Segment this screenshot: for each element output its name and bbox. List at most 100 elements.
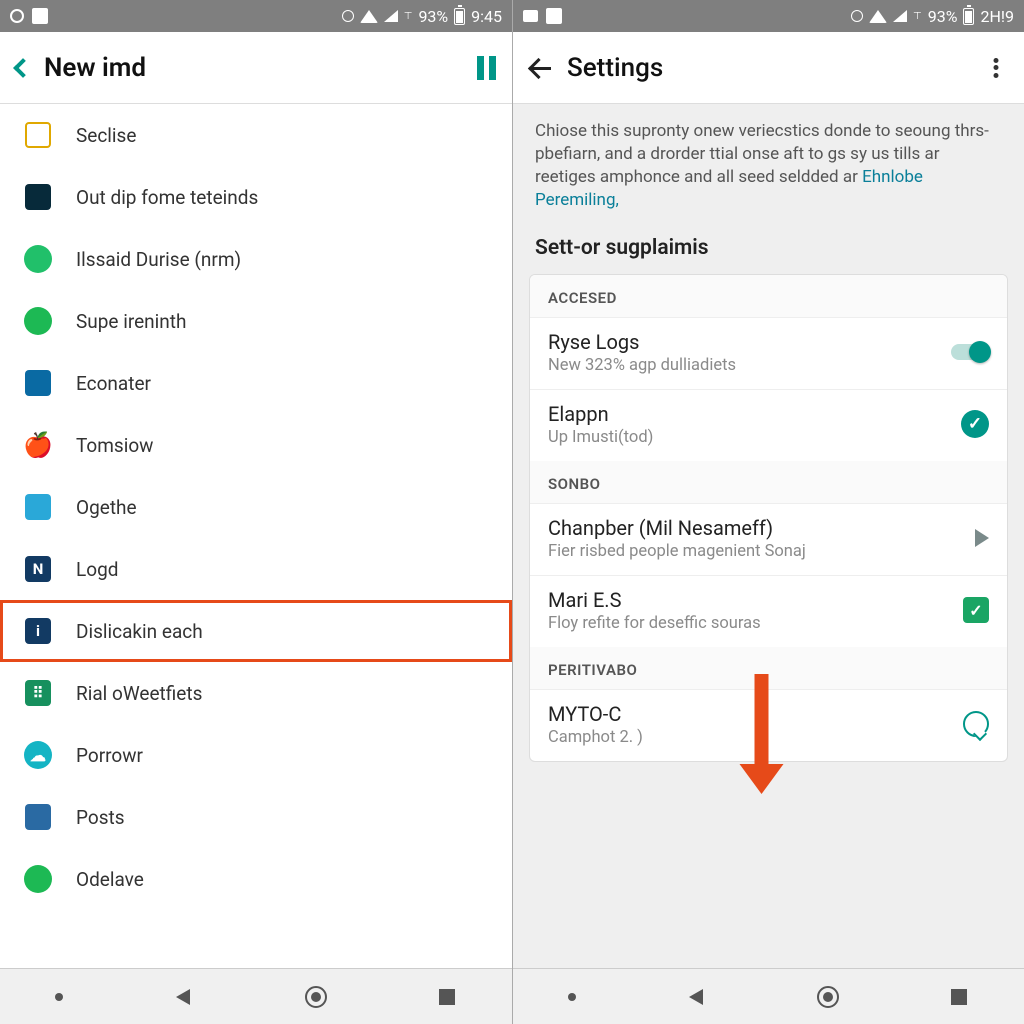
list-item[interactable]: Ilssaid Durise (nrm) bbox=[0, 228, 512, 290]
intro-text: Chiose this supronty onew veriecstics do… bbox=[513, 104, 1024, 230]
settings-row[interactable]: Mari E.S Floy refite for deseffic souras ✓ bbox=[530, 575, 1007, 647]
doc-icon bbox=[25, 122, 51, 148]
list-item-label: Econater bbox=[76, 372, 492, 395]
battery-pct: 93% bbox=[418, 7, 448, 26]
nav-bar bbox=[0, 968, 512, 1024]
list-item-label: Porrowr bbox=[76, 744, 492, 767]
calendar-icon bbox=[25, 494, 51, 520]
list-item[interactable]: 🍎 Tomsiow bbox=[0, 414, 512, 476]
nav-home-icon[interactable] bbox=[816, 985, 840, 1009]
nav-dot-icon bbox=[55, 993, 63, 1001]
apple-icon: 🍎 bbox=[23, 431, 53, 459]
list-item-label: Tomsiow bbox=[76, 434, 492, 457]
app-header: Settings bbox=[513, 32, 1024, 104]
spotify-icon bbox=[24, 865, 52, 893]
status-bar: ⊤ 93% 2H!9 bbox=[513, 0, 1024, 32]
check-circle-icon[interactable]: ✓ bbox=[961, 410, 989, 438]
list-item-label: Out dip fome teteinds bbox=[76, 186, 492, 209]
list-item[interactable]: Seclise bbox=[0, 104, 512, 166]
list-item-label: Logd bbox=[76, 558, 492, 581]
list-item-label: Supe ireninth bbox=[76, 310, 492, 333]
list-item[interactable]: Odelave bbox=[0, 848, 512, 910]
pause-button[interactable] bbox=[477, 56, 496, 80]
status-time: 2H!9 bbox=[980, 7, 1014, 26]
list-item-label: Ogethe bbox=[76, 496, 492, 519]
list-item[interactable]: ⠿Rial oWeetfiets bbox=[0, 662, 512, 724]
toggle-switch[interactable] bbox=[951, 344, 989, 360]
spotify-icon bbox=[24, 307, 52, 335]
list-item-label: Seclise bbox=[76, 124, 492, 147]
settings-row-title: Ryse Logs bbox=[548, 330, 941, 354]
wifi-icon bbox=[360, 10, 378, 23]
nav-back-icon[interactable] bbox=[685, 986, 707, 1008]
settings-row-title: Chanpber (Mil Nesameff) bbox=[548, 516, 965, 540]
page-title: Settings bbox=[567, 53, 663, 83]
settings-row[interactable]: Ryse Logs New 323% agp dulliadiets bbox=[530, 317, 1007, 389]
back-icon[interactable] bbox=[529, 56, 553, 80]
settings-row-title: Mari E.S bbox=[548, 588, 953, 612]
settings-row-subtitle: Floy refite for deseffic souras bbox=[548, 614, 953, 633]
nav-recent-icon[interactable] bbox=[949, 987, 969, 1007]
list-item[interactable]: i Dislicakin each bbox=[0, 600, 512, 662]
info-icon: i bbox=[25, 618, 51, 644]
page-title: New imd bbox=[44, 53, 146, 83]
download-icon bbox=[24, 245, 52, 273]
app-header: New imd bbox=[0, 32, 512, 104]
list-item-label: Ilssaid Durise (nrm) bbox=[76, 248, 492, 271]
card-section-header: ACCESED bbox=[530, 275, 1007, 317]
cloud-icon: ☁ bbox=[24, 741, 52, 769]
battery-icon bbox=[963, 8, 974, 25]
chevron-right-icon[interactable] bbox=[975, 529, 989, 547]
settings-row-subtitle: Fier risbed people magenient Sonaj bbox=[548, 542, 965, 561]
status-small-ring-icon bbox=[851, 10, 863, 22]
settings-row-title: Elappn bbox=[548, 402, 951, 426]
signal-icon bbox=[384, 10, 398, 22]
app-list: Seclise Out dip fome teteinds Ilssaid Duri… bbox=[0, 104, 512, 968]
settings-row[interactable]: MYTO-C Camphot 2. ) bbox=[530, 689, 1007, 761]
settings-row[interactable]: Chanpber (Mil Nesameff) Fier risbed peopl… bbox=[530, 503, 1007, 575]
status-time: 9:45 bbox=[471, 7, 502, 26]
list-item[interactable]: Posts bbox=[0, 786, 512, 848]
card-section-header: PERITIVABO bbox=[530, 647, 1007, 689]
status-divider-icon: ⊤ bbox=[913, 11, 922, 22]
settings-row-subtitle: Up Imusti(tod) bbox=[548, 428, 951, 447]
list-item[interactable]: Supe ireninth bbox=[0, 290, 512, 352]
settings-card: ACCESED Ryse Logs New 323% agp dulliadiets… bbox=[529, 274, 1008, 762]
status-card-icon bbox=[523, 10, 538, 22]
list-item[interactable]: Ogethe bbox=[0, 476, 512, 538]
status-badge-icon bbox=[546, 8, 562, 24]
back-icon[interactable] bbox=[13, 58, 33, 78]
settings-row-subtitle: New 323% agp dulliadiets bbox=[548, 356, 941, 375]
status-bar: ⊤ 93% 9:45 bbox=[0, 0, 512, 32]
checkbox-icon[interactable]: ✓ bbox=[963, 597, 989, 623]
picture-icon bbox=[25, 370, 51, 396]
nav-back-icon[interactable] bbox=[172, 986, 194, 1008]
nav-recent-icon[interactable] bbox=[437, 987, 457, 1007]
settings-row[interactable]: Elappn Up Imusti(tod) ✓ bbox=[530, 389, 1007, 461]
list-item-label: Odelave bbox=[76, 868, 492, 891]
chat-icon[interactable] bbox=[963, 711, 989, 737]
grid-icon: ⠿ bbox=[25, 680, 51, 706]
nav-bar bbox=[513, 968, 1024, 1024]
list-item-label: Posts bbox=[76, 806, 492, 829]
status-ring-icon bbox=[10, 9, 24, 23]
nav-home-icon[interactable] bbox=[304, 985, 328, 1009]
status-divider-icon: ⊤ bbox=[404, 11, 413, 22]
phone-right: ⊤ 93% 2H!9 Settings Chiose this supronty… bbox=[512, 0, 1024, 1024]
status-badge-icon bbox=[32, 8, 48, 24]
list-item-label: Dislicakin each bbox=[76, 620, 492, 643]
settings-row-title: MYTO-C bbox=[548, 702, 953, 726]
list-item[interactable]: Out dip fome teteinds bbox=[0, 166, 512, 228]
overflow-menu-button[interactable] bbox=[984, 56, 1008, 80]
list-item[interactable]: N Logd bbox=[0, 538, 512, 600]
nav-dot-icon bbox=[568, 993, 576, 1001]
chat-dark-icon bbox=[25, 184, 51, 210]
settings-row-subtitle: Camphot 2. ) bbox=[548, 728, 953, 747]
phone-left: ⊤ 93% 9:45 New imd Seclise Out dip fome t… bbox=[0, 0, 512, 1024]
list-item[interactable]: Econater bbox=[0, 352, 512, 414]
card-section-header: SONBO bbox=[530, 461, 1007, 503]
flag-icon bbox=[25, 804, 51, 830]
list-item[interactable]: ☁ Porrowr bbox=[0, 724, 512, 786]
signal-icon bbox=[893, 10, 907, 22]
badge-n-icon: N bbox=[25, 556, 51, 582]
